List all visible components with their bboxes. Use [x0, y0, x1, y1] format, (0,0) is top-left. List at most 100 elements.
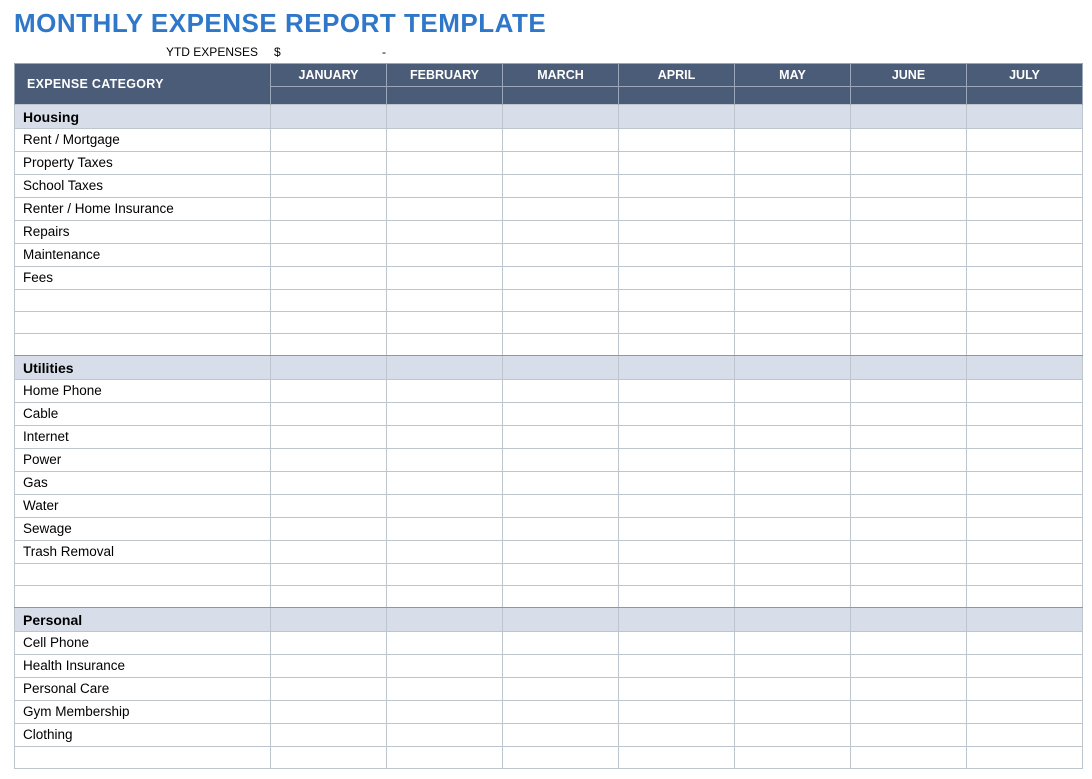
group-header-cell[interactable] [619, 608, 735, 632]
expense-cell[interactable] [271, 403, 387, 426]
expense-cell[interactable] [503, 449, 619, 472]
expense-cell[interactable] [735, 747, 851, 769]
expense-cell[interactable] [503, 472, 619, 495]
expense-cell[interactable] [851, 564, 967, 586]
group-header-cell[interactable] [851, 356, 967, 380]
expense-cell[interactable] [967, 334, 1083, 356]
expense-cell[interactable] [851, 290, 967, 312]
expense-cell[interactable] [851, 495, 967, 518]
expense-cell[interactable] [851, 312, 967, 334]
expense-cell[interactable] [735, 403, 851, 426]
expense-cell[interactable] [967, 175, 1083, 198]
expense-cell[interactable] [503, 267, 619, 290]
expense-cell[interactable] [735, 632, 851, 655]
expense-cell[interactable] [619, 518, 735, 541]
expense-cell[interactable] [967, 198, 1083, 221]
group-header-cell[interactable] [503, 608, 619, 632]
expense-cell[interactable] [387, 244, 503, 267]
expense-cell[interactable] [503, 632, 619, 655]
expense-cell[interactable] [851, 380, 967, 403]
group-header-cell[interactable] [387, 608, 503, 632]
expense-cell[interactable] [387, 701, 503, 724]
expense-cell[interactable] [851, 724, 967, 747]
expense-cell[interactable] [503, 152, 619, 175]
expense-cell[interactable] [503, 290, 619, 312]
expense-cell[interactable] [271, 632, 387, 655]
expense-cell[interactable] [271, 724, 387, 747]
expense-cell[interactable] [387, 678, 503, 701]
expense-cell[interactable] [735, 426, 851, 449]
expense-cell[interactable] [271, 426, 387, 449]
expense-cell[interactable] [271, 449, 387, 472]
expense-cell[interactable] [619, 290, 735, 312]
expense-cell[interactable] [851, 472, 967, 495]
expense-cell[interactable] [967, 449, 1083, 472]
expense-cell[interactable] [619, 334, 735, 356]
group-header-cell[interactable] [271, 105, 387, 129]
expense-cell[interactable] [735, 312, 851, 334]
expense-cell[interactable] [387, 334, 503, 356]
expense-cell[interactable] [387, 495, 503, 518]
expense-cell[interactable] [387, 403, 503, 426]
expense-cell[interactable] [851, 221, 967, 244]
expense-cell[interactable] [967, 564, 1083, 586]
expense-cell[interactable] [851, 701, 967, 724]
expense-cell[interactable] [271, 312, 387, 334]
expense-cell[interactable] [851, 403, 967, 426]
expense-cell[interactable] [619, 472, 735, 495]
expense-cell[interactable] [735, 678, 851, 701]
group-header-cell[interactable] [619, 105, 735, 129]
expense-cell[interactable] [967, 244, 1083, 267]
expense-cell[interactable] [619, 267, 735, 290]
expense-cell[interactable] [851, 449, 967, 472]
expense-cell[interactable] [503, 380, 619, 403]
expense-cell[interactable] [851, 518, 967, 541]
expense-cell[interactable] [271, 564, 387, 586]
expense-cell[interactable] [967, 747, 1083, 769]
expense-cell[interactable] [735, 129, 851, 152]
expense-cell[interactable] [967, 701, 1083, 724]
group-header-cell[interactable] [503, 356, 619, 380]
expense-cell[interactable] [735, 198, 851, 221]
expense-cell[interactable] [967, 724, 1083, 747]
expense-cell[interactable] [967, 403, 1083, 426]
expense-cell[interactable] [387, 380, 503, 403]
expense-cell[interactable] [503, 426, 619, 449]
expense-cell[interactable] [967, 518, 1083, 541]
expense-cell[interactable] [503, 564, 619, 586]
expense-cell[interactable] [735, 152, 851, 175]
expense-cell[interactable] [503, 495, 619, 518]
expense-cell[interactable] [967, 129, 1083, 152]
expense-cell[interactable] [387, 221, 503, 244]
expense-cell[interactable] [619, 724, 735, 747]
expense-cell[interactable] [387, 290, 503, 312]
expense-cell[interactable] [967, 221, 1083, 244]
expense-cell[interactable] [387, 472, 503, 495]
expense-cell[interactable] [271, 129, 387, 152]
expense-cell[interactable] [967, 267, 1083, 290]
expense-cell[interactable] [735, 541, 851, 564]
group-header-cell[interactable] [387, 105, 503, 129]
expense-cell[interactable] [851, 175, 967, 198]
expense-cell[interactable] [271, 586, 387, 608]
expense-cell[interactable] [271, 267, 387, 290]
expense-cell[interactable] [967, 426, 1083, 449]
expense-cell[interactable] [619, 403, 735, 426]
expense-cell[interactable] [735, 267, 851, 290]
group-header-cell[interactable] [851, 608, 967, 632]
expense-cell[interactable] [387, 267, 503, 290]
expense-cell[interactable] [271, 334, 387, 356]
expense-cell[interactable] [735, 518, 851, 541]
expense-cell[interactable] [735, 472, 851, 495]
expense-cell[interactable] [271, 198, 387, 221]
expense-cell[interactable] [967, 632, 1083, 655]
expense-cell[interactable] [387, 632, 503, 655]
expense-cell[interactable] [851, 334, 967, 356]
expense-cell[interactable] [967, 290, 1083, 312]
expense-cell[interactable] [271, 244, 387, 267]
expense-cell[interactable] [851, 244, 967, 267]
group-header-cell[interactable] [967, 608, 1083, 632]
expense-cell[interactable] [735, 655, 851, 678]
expense-cell[interactable] [967, 655, 1083, 678]
expense-cell[interactable] [503, 586, 619, 608]
